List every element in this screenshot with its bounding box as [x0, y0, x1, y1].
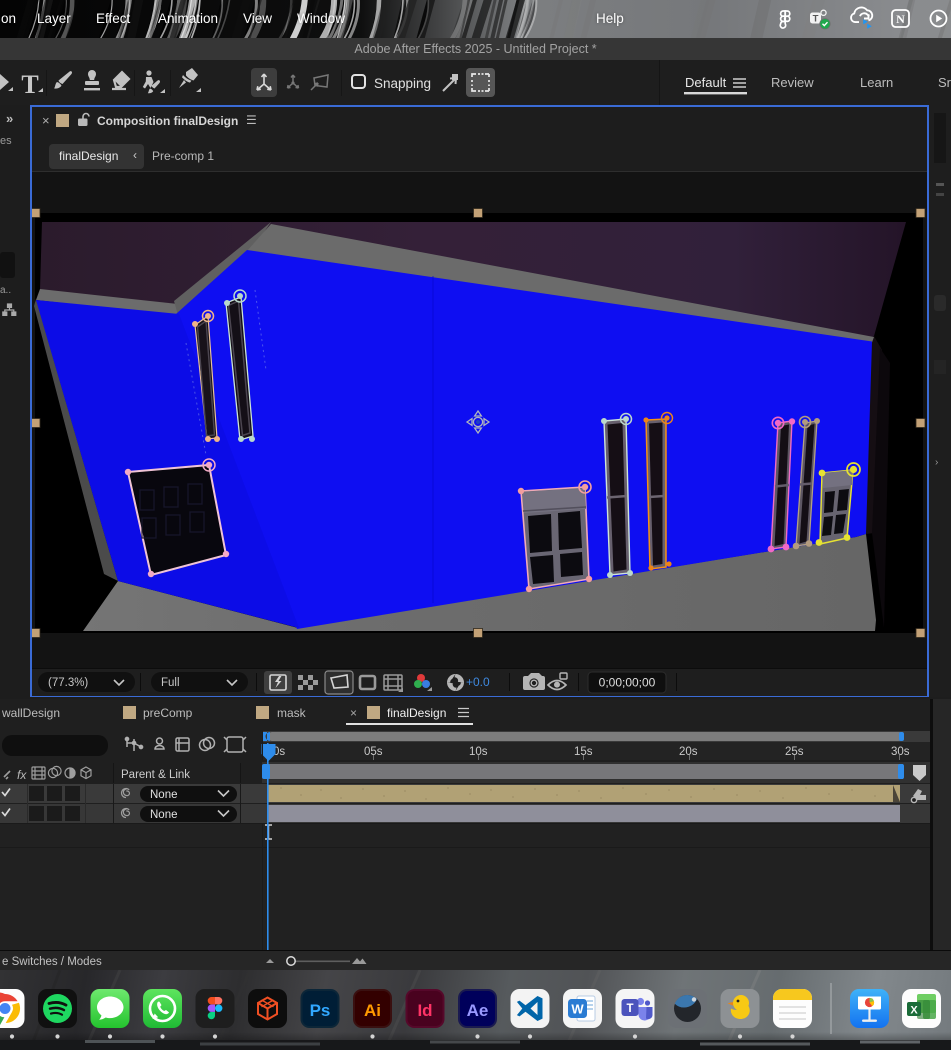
- svg-text:e Switches / Modes: e Switches / Modes: [2, 956, 102, 968]
- svg-text:T: T: [813, 14, 819, 25]
- svg-text:None: None: [150, 789, 178, 801]
- svg-text:mask: mask: [277, 706, 307, 720]
- svg-text:Sr: Sr: [938, 75, 951, 90]
- svg-text:Learn: Learn: [860, 75, 893, 90]
- svg-text:Id: Id: [417, 1001, 432, 1020]
- svg-text:Default: Default: [685, 75, 727, 90]
- svg-text:finalDesign: finalDesign: [387, 706, 446, 720]
- svg-text:×: ×: [350, 706, 357, 720]
- svg-text:Review: Review: [771, 75, 814, 90]
- svg-text:30s: 30s: [891, 746, 910, 758]
- svg-text:20s: 20s: [679, 746, 698, 758]
- svg-text:(77.3%): (77.3%): [48, 677, 88, 689]
- svg-text:W: W: [571, 1002, 584, 1017]
- svg-text:T: T: [21, 70, 38, 99]
- svg-text:Parent & Link: Parent & Link: [121, 769, 190, 781]
- svg-text:T: T: [626, 1003, 633, 1015]
- svg-text:Full: Full: [161, 677, 180, 689]
- svg-text:Ae: Ae: [467, 1001, 489, 1020]
- svg-text:preComp: preComp: [143, 706, 193, 720]
- svg-text:Snapping: Snapping: [374, 76, 431, 91]
- svg-text:0;00;00;00: 0;00;00;00: [599, 676, 656, 690]
- svg-text:N: N: [896, 12, 905, 26]
- svg-text:Ps: Ps: [310, 1001, 331, 1020]
- svg-text:wallDesign: wallDesign: [1, 706, 60, 720]
- svg-text:fx: fx: [17, 768, 27, 782]
- svg-text:Ai: Ai: [364, 1001, 381, 1020]
- svg-text:+0.0: +0.0: [466, 675, 490, 689]
- svg-text:X: X: [910, 1005, 918, 1017]
- svg-text:None: None: [150, 809, 178, 821]
